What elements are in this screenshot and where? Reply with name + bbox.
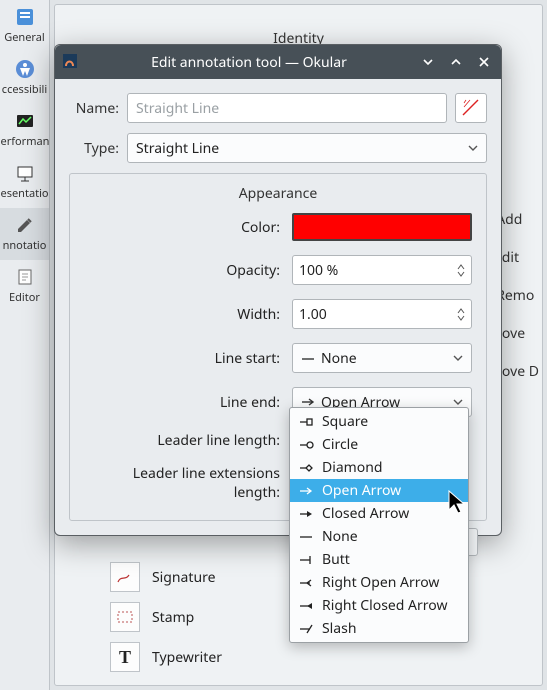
opacity-spinner[interactable]: 100 %: [292, 255, 472, 285]
spinner-buttons[interactable]: [457, 264, 465, 277]
okular-app-icon: [61, 52, 81, 72]
dropdown-option-label: Diamond: [322, 458, 383, 477]
list-item[interactable]: Signature: [110, 560, 222, 594]
sidebar-label: General: [4, 30, 45, 45]
sidebar-item-presentation[interactable]: esentatio: [0, 156, 49, 208]
list-item-label: Stamp: [152, 608, 194, 627]
dropdown-option[interactable]: Open Arrow: [290, 479, 468, 502]
dropdown-option[interactable]: Circle: [290, 433, 468, 456]
line-start-value: None: [321, 349, 357, 368]
sidebar-label: ccessibili: [2, 82, 47, 97]
line-end-dropdown-popup: Square Circle Diamond Open Arrow Closed Arro…: [289, 407, 469, 643]
dropdown-option[interactable]: Closed Arrow: [290, 502, 468, 525]
tool-list: Signature Stamp T Typewriter: [110, 560, 222, 674]
spinner-buttons[interactable]: [457, 308, 465, 321]
dropdown-option-label: Slash: [322, 619, 357, 638]
stamp-thumb-icon: [110, 602, 140, 632]
sidebar-item-annotations[interactable]: nnotatio: [0, 208, 49, 260]
leader-line-ext-label: Leader line extensions length:: [84, 464, 284, 502]
sidebar-item-performance[interactable]: erformanc: [0, 104, 49, 156]
type-value: Straight Line: [136, 139, 219, 158]
width-spinner[interactable]: 1.00: [292, 299, 472, 329]
chevron-down-icon: [468, 139, 478, 158]
right-closed-arrow-endcap-icon: [298, 598, 314, 614]
editor-icon: [14, 266, 36, 288]
dropdown-option-label: Square: [322, 412, 368, 431]
dropdown-option[interactable]: Slash: [290, 617, 468, 640]
sidebar-label: esentatio: [1, 186, 49, 201]
sidebar-label: erformanc: [1, 134, 49, 149]
typewriter-thumb-icon: T: [110, 642, 140, 672]
line-start-combobox[interactable]: None: [292, 343, 472, 373]
width-label: Width:: [84, 305, 284, 324]
close-button[interactable]: [473, 51, 495, 73]
width-value: 1.00: [299, 305, 327, 324]
diamond-endcap-icon: [298, 460, 314, 476]
opacity-label: Opacity:: [84, 261, 284, 280]
circle-endcap-icon: [298, 437, 314, 453]
maximize-button[interactable]: [445, 51, 467, 73]
type-combobox[interactable]: Straight Line: [127, 133, 487, 163]
open-arrow-endcap-icon: [298, 483, 314, 499]
sidebar-item-editor[interactable]: Editor: [0, 260, 49, 312]
dropdown-option[interactable]: Right Closed Arrow: [290, 594, 468, 617]
dialog-title: Edit annotation tool — Okular: [87, 53, 411, 72]
dropdown-option[interactable]: Square: [290, 410, 468, 433]
name-label: Name:: [69, 99, 119, 118]
list-item-label: Typewriter: [152, 648, 222, 667]
none-endcap-icon: [298, 529, 314, 545]
general-icon: [14, 6, 36, 28]
minimize-button[interactable]: [417, 51, 439, 73]
dropdown-option-label: Right Open Arrow: [322, 573, 439, 592]
closed-arrow-endcap-icon: [298, 506, 314, 522]
line-end-label: Line end:: [84, 393, 284, 412]
opacity-value: 100 %: [299, 261, 338, 280]
type-label: Type:: [69, 139, 119, 158]
dropdown-option-label: Circle: [322, 435, 358, 454]
list-item[interactable]: Stamp: [110, 600, 222, 634]
appearance-group-title: Appearance: [84, 184, 472, 203]
right-open-arrow-endcap-icon: [298, 575, 314, 591]
sidebar-label: nnotatio: [3, 238, 47, 253]
dropdown-option-label: Closed Arrow: [322, 504, 409, 523]
chevron-down-icon: [453, 349, 463, 368]
none-endcap-icon: [301, 349, 315, 368]
list-item-label: Signature: [152, 568, 216, 587]
butt-endcap-icon: [298, 552, 314, 568]
settings-sidebar: General ccessibili erformanc esentatio n…: [0, 0, 50, 690]
accessibility-icon: [14, 58, 36, 80]
dropdown-option-label: Open Arrow: [322, 481, 401, 500]
line-start-label: Line start:: [84, 349, 284, 368]
dropdown-option[interactable]: Diamond: [290, 456, 468, 479]
dropdown-option[interactable]: Butt: [290, 548, 468, 571]
dialog-titlebar[interactable]: Edit annotation tool — Okular: [55, 45, 501, 79]
signature-thumb-icon: [110, 562, 140, 592]
list-item[interactable]: T Typewriter: [110, 640, 222, 674]
dropdown-option-label: Butt: [322, 550, 350, 569]
color-picker-button[interactable]: [292, 213, 472, 241]
square-endcap-icon: [298, 414, 314, 430]
leader-line-length-label: Leader line length:: [84, 431, 284, 450]
name-input[interactable]: [127, 93, 447, 123]
annotations-icon: [14, 214, 36, 236]
sidebar-item-accessibility[interactable]: ccessibili: [0, 52, 49, 104]
sidebar-label: Editor: [9, 290, 40, 305]
color-label: Color:: [84, 218, 284, 237]
performance-icon: [14, 110, 36, 132]
dropdown-option-label: Right Closed Arrow: [322, 596, 447, 615]
dropdown-option-label: None: [322, 527, 358, 546]
slash-endcap-icon: [298, 621, 314, 637]
sidebar-item-general[interactable]: General: [0, 0, 49, 52]
presentation-icon: [14, 162, 36, 184]
tool-preview-icon: [455, 93, 487, 123]
dropdown-option[interactable]: None: [290, 525, 468, 548]
dropdown-option[interactable]: Right Open Arrow: [290, 571, 468, 594]
